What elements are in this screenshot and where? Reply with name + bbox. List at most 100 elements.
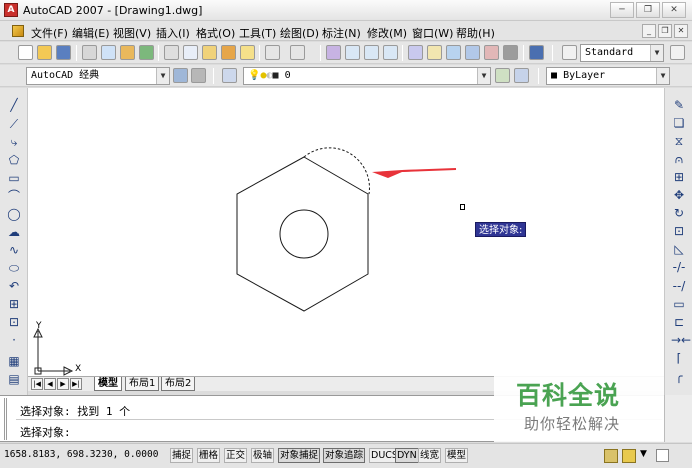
- move-icon[interactable]: ✥: [671, 188, 687, 203]
- layer-manager-icon[interactable]: [222, 68, 237, 83]
- scale-icon[interactable]: ⊡: [671, 224, 687, 239]
- fillet-icon[interactable]: ╭: [671, 369, 687, 384]
- chevron-down-icon[interactable]: ▼: [156, 68, 169, 84]
- selected-arc[interactable]: [303, 147, 370, 195]
- coordinate-readout[interactable]: 1658.8183, 698.3230, 0.0000: [4, 449, 158, 460]
- otrack-toggle[interactable]: 对象追踪: [323, 448, 366, 463]
- paste-icon[interactable]: [202, 45, 217, 60]
- polygon-icon[interactable]: ⬠: [6, 153, 22, 168]
- grid-toggle[interactable]: 栅格: [197, 448, 221, 463]
- chevron-down-icon[interactable]: ▼: [650, 45, 663, 61]
- menu-insert[interactable]: 插入(I): [156, 25, 190, 41]
- match-properties-icon[interactable]: [221, 45, 236, 60]
- menu-dimension[interactable]: 标注(N): [322, 25, 361, 41]
- menu-file[interactable]: 文件(F): [31, 25, 68, 41]
- pan-icon[interactable]: [326, 45, 341, 60]
- circle-icon[interactable]: ◯: [6, 207, 22, 222]
- copy-object-icon[interactable]: ❏: [671, 116, 687, 131]
- status-menu-chevron-icon[interactable]: ▼: [640, 449, 647, 459]
- make-block-icon[interactable]: ⊡: [6, 315, 22, 330]
- inner-circle[interactable]: [279, 209, 329, 259]
- new-icon[interactable]: [18, 45, 33, 60]
- design-center-icon[interactable]: [427, 45, 442, 60]
- rotate-icon[interactable]: ↻: [671, 206, 687, 221]
- line-icon[interactable]: ╱: [6, 98, 22, 113]
- command-prompt[interactable]: 选择对象:: [20, 424, 71, 440]
- rectangle-icon[interactable]: ▭: [6, 171, 22, 186]
- menu-draw[interactable]: 绘图(D): [280, 25, 319, 41]
- command-window-grip[interactable]: [4, 398, 12, 440]
- layer-previous-icon[interactable]: [514, 68, 529, 83]
- zoom-previous-icon[interactable]: [383, 45, 398, 60]
- last-tab-button[interactable]: ▶|: [70, 378, 82, 390]
- chamfer-icon[interactable]: ⌈: [671, 351, 687, 366]
- publish-icon[interactable]: [120, 45, 135, 60]
- text-style-icon[interactable]: [562, 45, 577, 60]
- lineweight-toggle[interactable]: 线宽: [418, 448, 442, 463]
- ellipse-icon[interactable]: ⬭: [6, 261, 22, 276]
- hexagon-nut[interactable]: [236, 156, 369, 312]
- model-toggle[interactable]: 模型: [445, 448, 469, 463]
- snap-toggle[interactable]: 捕捉: [170, 448, 194, 463]
- block-editor-icon[interactable]: [240, 45, 255, 60]
- layer-dropdown[interactable]: 💡●◐■ 0 ▼: [243, 67, 491, 85]
- mirror-icon[interactable]: ⧖: [671, 134, 687, 149]
- minimize-button[interactable]: ─: [610, 2, 634, 18]
- drawing-restore-button[interactable]: ❐: [658, 24, 672, 38]
- tool-palettes-icon[interactable]: [446, 45, 461, 60]
- arc-icon[interactable]: ⌒: [6, 189, 22, 204]
- help-icon[interactable]: [529, 45, 544, 60]
- construction-line-icon[interactable]: ⟋: [6, 117, 22, 132]
- hatch-icon[interactable]: ▦: [6, 354, 22, 369]
- command-scrollbar[interactable]: [664, 395, 692, 442]
- autocad-app-icon[interactable]: A: [4, 3, 18, 17]
- offset-icon[interactable]: ⩀: [671, 152, 687, 167]
- tab-model[interactable]: 模型: [94, 377, 122, 391]
- properties-icon[interactable]: [408, 45, 423, 60]
- point-icon[interactable]: ·: [6, 333, 22, 348]
- menu-help[interactable]: 帮助(H): [456, 25, 495, 41]
- calculator-icon[interactable]: [503, 45, 518, 60]
- workspace-dropdown[interactable]: AutoCAD 经典 ▼: [26, 67, 170, 85]
- spline-icon[interactable]: ∿: [6, 243, 22, 258]
- print-icon[interactable]: [82, 45, 97, 60]
- polyline-icon[interactable]: ⤷: [6, 135, 22, 150]
- extend-icon[interactable]: --/: [671, 279, 687, 294]
- drawing-close-button[interactable]: ✕: [674, 24, 688, 38]
- tab-layout1[interactable]: 布局1: [125, 377, 160, 391]
- communication-center-icon[interactable]: [604, 449, 618, 463]
- previous-tab-button[interactable]: ◀: [44, 378, 56, 390]
- drawing-area[interactable]: Y X 选择对象:: [28, 88, 664, 376]
- chevron-down-icon[interactable]: ▼: [656, 68, 669, 84]
- menu-view[interactable]: 视图(V): [113, 25, 151, 41]
- cut-icon[interactable]: [164, 45, 179, 60]
- erase-icon[interactable]: ✎: [671, 98, 687, 113]
- 3d-dwf-icon[interactable]: [139, 45, 154, 60]
- menu-tools[interactable]: 工具(T): [239, 25, 276, 41]
- trim-icon[interactable]: -/-: [671, 260, 687, 275]
- my-workspace-icon[interactable]: [191, 68, 206, 83]
- copy-icon[interactable]: [183, 45, 198, 60]
- sheet-set-icon[interactable]: [465, 45, 480, 60]
- restore-button[interactable]: ❐: [636, 2, 660, 18]
- dyn-toggle[interactable]: DYN: [395, 448, 419, 463]
- lightbulb-icon[interactable]: 💡: [248, 70, 260, 81]
- ellipse-arc-icon[interactable]: ↶: [6, 279, 22, 294]
- chevron-down-icon[interactable]: ▼: [477, 68, 490, 84]
- gradient-icon[interactable]: ▤: [6, 372, 22, 387]
- stretch-icon[interactable]: ◺: [671, 242, 687, 257]
- undo-icon[interactable]: [265, 45, 280, 60]
- osnap-toggle[interactable]: 对象捕捉: [278, 448, 321, 463]
- polar-toggle[interactable]: 极轴: [251, 448, 275, 463]
- redo-icon[interactable]: [290, 45, 305, 60]
- break-icon[interactable]: ⊏: [671, 315, 687, 330]
- dimension-style-icon[interactable]: [670, 45, 685, 60]
- close-button[interactable]: ✕: [662, 2, 686, 18]
- menu-window[interactable]: 窗口(W): [412, 25, 453, 41]
- save-icon[interactable]: [56, 45, 71, 60]
- insert-block-icon[interactable]: ⊞: [6, 297, 22, 312]
- clean-screen-icon[interactable]: [656, 449, 669, 462]
- first-tab-button[interactable]: |◀: [31, 378, 43, 390]
- workspace-settings-icon[interactable]: [173, 68, 188, 83]
- make-current-layer-icon[interactable]: [495, 68, 510, 83]
